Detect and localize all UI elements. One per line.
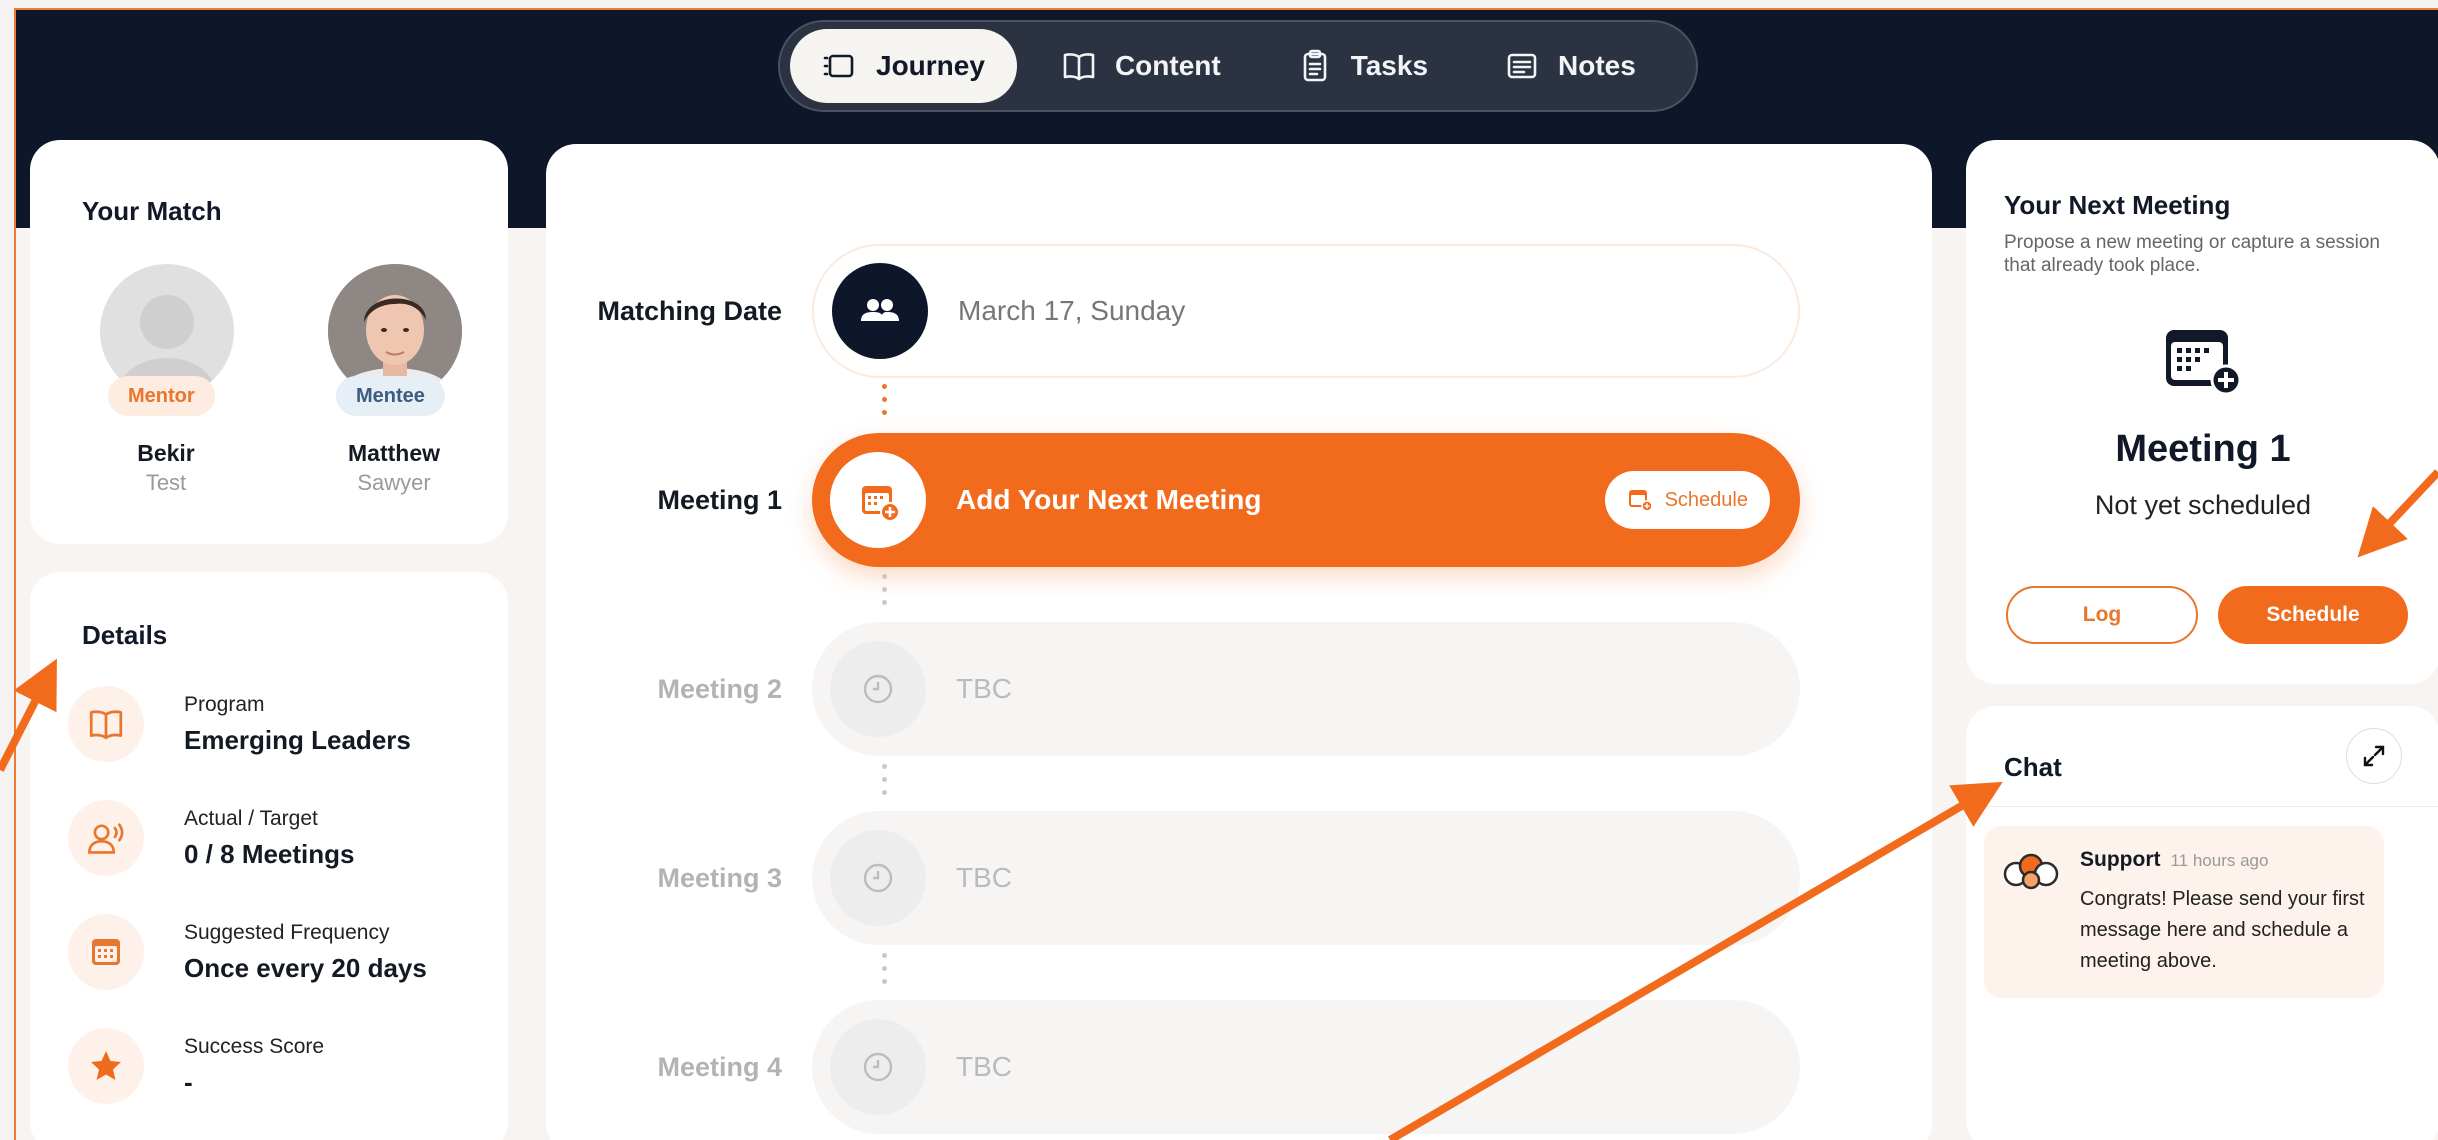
timeline-connector xyxy=(881,953,887,984)
matching-date-pill: March 17, Sunday xyxy=(812,244,1800,378)
detail-frequency: Suggested Frequency Once every 20 days xyxy=(68,914,427,990)
details-card: Details Program Emerging Leaders Actual … xyxy=(30,572,508,1140)
tab-notes[interactable]: Notes xyxy=(1472,29,1668,103)
next-meeting-card: Your Next Meeting Propose a new meeting … xyxy=(1966,140,2438,684)
meeting-2-text: TBC xyxy=(956,673,1012,704)
clipboard-icon xyxy=(1303,49,1327,82)
add-next-meeting-text: Add Your Next Meeting xyxy=(956,484,1262,515)
next-meeting-title: Your Next Meeting xyxy=(2004,190,2231,220)
detail-success-score-label: Success Score xyxy=(184,1034,325,1058)
meeting-4-row: Meeting 4 TBC xyxy=(546,1000,1932,1134)
expand-chat-button[interactable] xyxy=(2346,728,2402,784)
mentor-last-name: Test xyxy=(145,470,187,495)
person-voice-icon xyxy=(68,800,144,876)
detail-frequency-value: Once every 20 days xyxy=(184,952,427,983)
expand-icon xyxy=(2363,745,2385,767)
your-match-card: Your Match Mentor Bekir Test Mentee Matt… xyxy=(30,140,508,544)
detail-frequency-label: Suggested Frequency xyxy=(184,920,390,944)
support-logo-icon xyxy=(2002,852,2060,897)
mentee-badge: Mentee xyxy=(336,376,445,416)
mentee-first-name: Matthew xyxy=(348,440,440,466)
detail-actual-target-label: Actual / Target xyxy=(184,806,318,830)
tab-notes-label: Notes xyxy=(1558,50,1636,81)
add-next-meeting-pill[interactable]: Add Your Next Meeting Schedule xyxy=(812,433,1800,567)
chat-text: Congrats! Please send your first message… xyxy=(2080,888,2365,972)
timeline-connector xyxy=(881,574,887,605)
meeting-4-text: TBC xyxy=(956,1051,1012,1082)
timeline-connector xyxy=(881,384,887,415)
journey-timeline: Matching Date March 17, Sunday Meeting 1… xyxy=(546,144,1932,1140)
meeting-3-text: TBC xyxy=(956,862,1012,893)
people-icon xyxy=(832,263,928,359)
mentor-badge: Mentor xyxy=(108,376,215,416)
schedule-pill-button[interactable]: Schedule xyxy=(1604,471,1770,529)
meeting-3-row: Meeting 3 TBC xyxy=(546,811,1932,945)
calendar-add-icon xyxy=(830,452,926,548)
meeting-3-pill: TBC xyxy=(812,811,1800,945)
calendar-icon xyxy=(68,914,144,990)
mentor-first-name: Bekir xyxy=(137,440,195,466)
app-frame: Journey Content Tasks Notes Your Match M… xyxy=(14,8,2438,1140)
detail-actual-target: Actual / Target 0 / 8 Meetings xyxy=(68,800,355,876)
meeting-4-pill: TBC xyxy=(812,1000,1800,1134)
book-icon xyxy=(68,686,144,762)
details-title: Details xyxy=(82,620,168,650)
matching-date-label: Matching Date xyxy=(597,295,782,326)
next-meeting-name: Meeting 1 xyxy=(2115,428,2291,470)
matching-date-row: Matching Date March 17, Sunday xyxy=(546,244,1932,378)
tab-content-label: Content xyxy=(1114,50,1221,81)
meeting-2-pill: TBC xyxy=(812,622,1800,756)
detail-program: Program Emerging Leaders xyxy=(68,686,411,762)
tab-tasks-label: Tasks xyxy=(1350,50,1429,81)
top-nav: Journey Content Tasks Notes xyxy=(778,20,1698,112)
meeting-2-label: Meeting 2 xyxy=(657,673,782,704)
timeline-connector xyxy=(881,764,887,795)
meeting-3-label: Meeting 3 xyxy=(657,862,782,893)
meeting-2-row: Meeting 2 TBC xyxy=(546,622,1932,756)
log-button[interactable]: Log xyxy=(2006,586,2198,644)
chat-title: Chat xyxy=(2004,752,2062,782)
meeting-1-label: Meeting 1 xyxy=(657,484,782,515)
detail-program-value: Emerging Leaders xyxy=(184,724,411,755)
clock-icon xyxy=(830,830,926,926)
notes-icon xyxy=(1507,53,1537,79)
chat-message: Support 11 hours ago Congrats! Please se… xyxy=(1984,826,2384,998)
star-icon xyxy=(68,1028,144,1104)
meeting-1-row: Meeting 1 Add Your Next Meeting Schedule xyxy=(546,433,1932,567)
book-open-icon xyxy=(1063,53,1095,81)
detail-program-label: Program xyxy=(184,692,265,716)
tab-content[interactable]: Content xyxy=(1029,29,1253,103)
calendar-add-icon xyxy=(2162,326,2246,403)
schedule-button[interactable]: Schedule xyxy=(2218,586,2408,644)
chat-author: Support xyxy=(2080,848,2161,871)
meeting-4-label: Meeting 4 xyxy=(657,1051,782,1082)
clock-icon xyxy=(830,1019,926,1115)
mentee-last-name: Sawyer xyxy=(357,470,431,495)
tab-tasks[interactable]: Tasks xyxy=(1265,29,1460,103)
chat-card: Chat Support 11 hours ago Congrats! Plea… xyxy=(1966,706,2438,1140)
tab-journey-label: Journey xyxy=(876,50,985,81)
detail-actual-target-value: 0 / 8 Meetings xyxy=(184,838,355,869)
next-meeting-status: Not yet scheduled xyxy=(2094,490,2312,520)
detail-success-score: Success Score - xyxy=(68,1028,324,1104)
next-meeting-subtitle: Propose a new meeting or capture a sessi… xyxy=(2004,232,2380,276)
schedule-pill-label: Schedule xyxy=(1664,488,1748,511)
chat-time: 11 hours ago xyxy=(2170,851,2269,870)
matching-date-value: March 17, Sunday xyxy=(958,295,1186,326)
journey-icon xyxy=(823,54,854,78)
calendar-schedule-icon xyxy=(1628,490,1653,512)
tab-journey[interactable]: Journey xyxy=(790,29,1017,103)
chat-divider xyxy=(1966,806,2438,807)
detail-success-score-value: - xyxy=(184,1066,193,1097)
clock-icon xyxy=(830,641,926,737)
your-match-title: Your Match xyxy=(82,196,222,226)
